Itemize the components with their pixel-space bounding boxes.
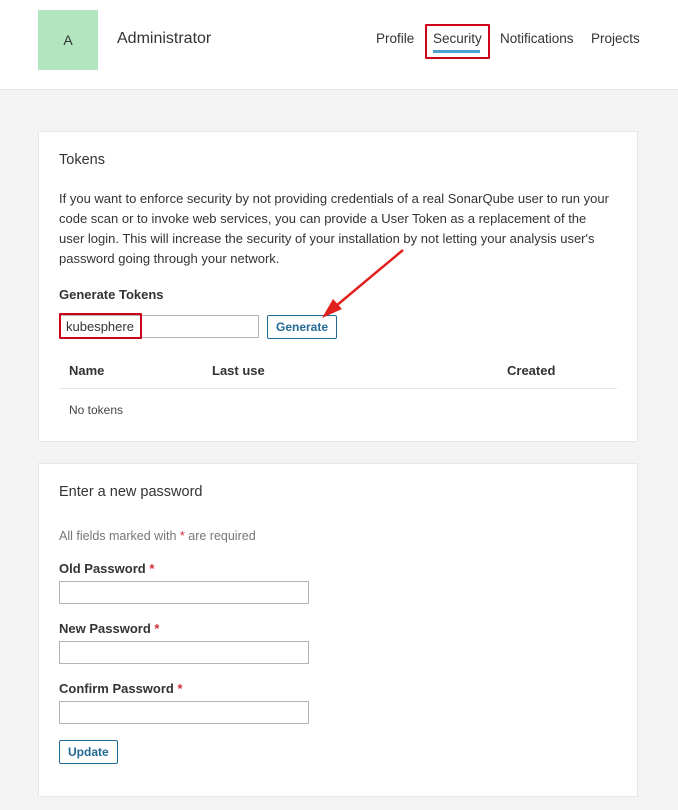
old-password-field[interactable] (59, 581, 309, 604)
old-password-label-text: Old Password (59, 561, 146, 576)
tab-notifications[interactable]: Notifications (500, 30, 574, 47)
old-password-label: Old Password * (59, 561, 154, 576)
security-tab-highlight (425, 24, 490, 59)
required-star: * (149, 561, 155, 576)
token-input-highlight (59, 313, 142, 339)
required-star: * (179, 529, 185, 543)
required-star: * (177, 681, 183, 696)
tokens-description: If you want to enforce security by not p… (59, 191, 609, 266)
required-note-prefix: All fields marked with (59, 529, 177, 543)
column-name: Name (69, 363, 105, 378)
new-password-label: New Password * (59, 621, 159, 636)
tokens-table-header: Name Last use Created (59, 354, 617, 389)
tokens-card: Tokens If you want to enforce security b… (38, 131, 638, 442)
generate-button[interactable]: Generate (267, 315, 338, 339)
tokens-title: Tokens (59, 152, 105, 168)
password-title: Enter a new password (59, 484, 203, 500)
tab-projects[interactable]: Projects (591, 30, 640, 47)
password-card: Enter a new password All fields marked w… (38, 463, 638, 797)
required-note-suffix: are required (188, 529, 256, 543)
required-star: * (154, 621, 160, 636)
confirm-password-label: Confirm Password * (59, 681, 183, 696)
required-note: All fields marked with * are required (59, 529, 256, 543)
column-created: Created (507, 363, 556, 378)
account-nav: Profile Security Notifications Projects (0, 30, 678, 53)
generate-tokens-title: Generate Tokens (59, 287, 164, 302)
column-last-use: Last use (212, 363, 265, 378)
update-button[interactable]: Update (59, 740, 118, 764)
confirm-password-label-text: Confirm Password (59, 681, 174, 696)
new-password-field[interactable] (59, 641, 309, 664)
confirm-password-field[interactable] (59, 701, 309, 724)
no-tokens-message: No tokens (69, 403, 124, 417)
page-header: A Administrator Profile Security Notific… (0, 0, 678, 90)
tab-profile[interactable]: Profile (376, 30, 414, 47)
new-password-label-text: New Password (59, 621, 151, 636)
